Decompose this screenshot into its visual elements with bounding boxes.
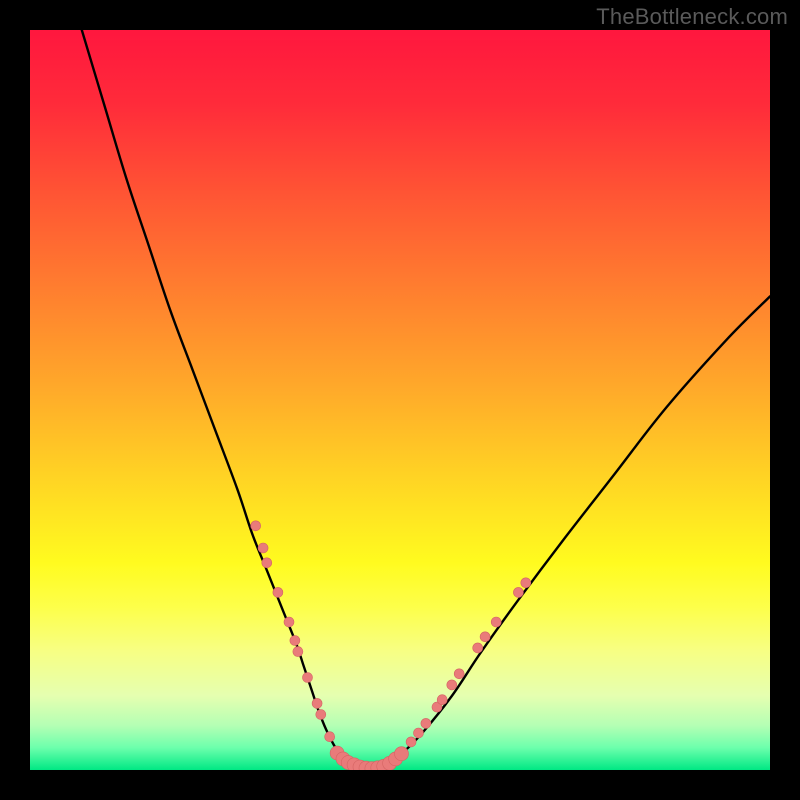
data-point <box>406 737 416 747</box>
data-point <box>414 728 424 738</box>
data-point <box>273 587 283 597</box>
data-point <box>437 695 447 705</box>
data-point <box>325 732 335 742</box>
data-point <box>421 718 431 728</box>
data-point <box>293 647 303 657</box>
data-point <box>491 617 501 627</box>
chart-overlay <box>30 30 770 770</box>
data-point <box>303 673 313 683</box>
data-point <box>480 632 490 642</box>
data-point <box>290 636 300 646</box>
data-point <box>312 698 322 708</box>
data-point <box>251 521 261 531</box>
data-point <box>258 543 268 553</box>
bottleneck-curve <box>82 30 770 769</box>
data-point <box>262 558 272 568</box>
chart-container: TheBottleneck.com <box>0 0 800 800</box>
data-markers <box>251 521 531 770</box>
data-point <box>395 747 409 761</box>
data-point <box>316 710 326 720</box>
watermark-text: TheBottleneck.com <box>596 4 788 30</box>
data-point <box>454 669 464 679</box>
data-point <box>473 643 483 653</box>
data-point <box>521 578 531 588</box>
plot-area <box>30 30 770 770</box>
data-point <box>284 617 294 627</box>
data-point <box>513 587 523 597</box>
data-point <box>447 680 457 690</box>
